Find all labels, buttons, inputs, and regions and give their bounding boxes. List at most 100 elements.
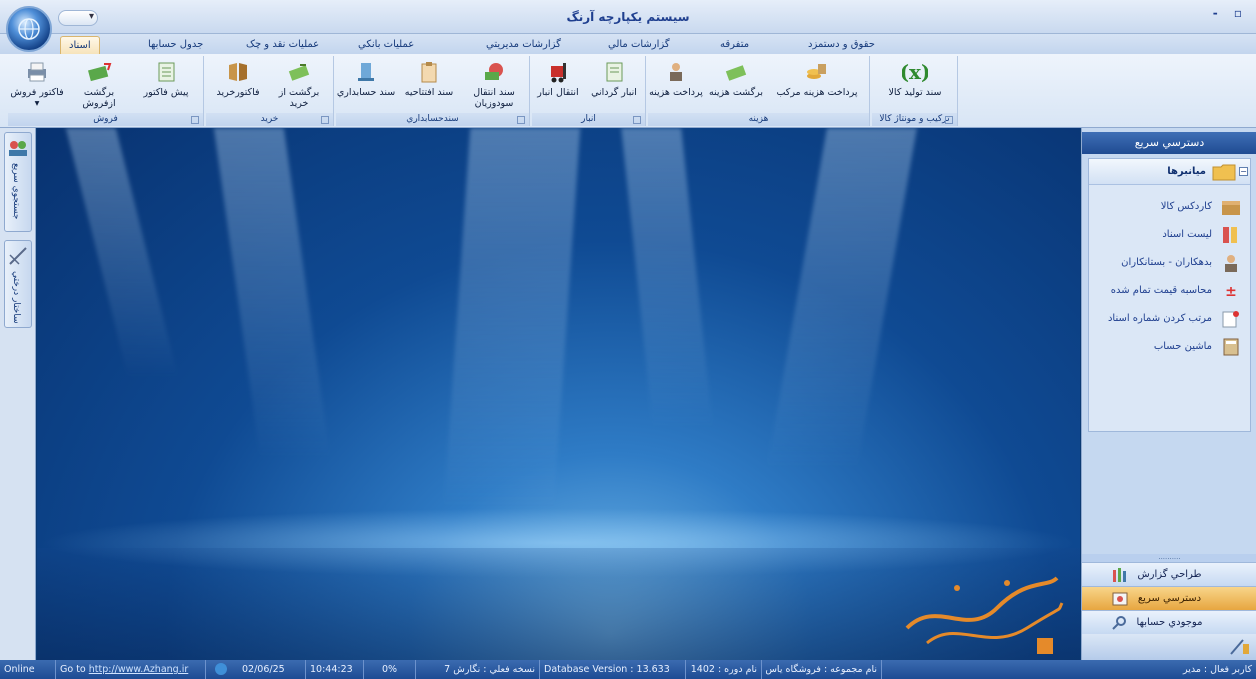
tab-management-reports[interactable]: گزارشات مديريتي — [478, 36, 569, 54]
tree-structure-tab[interactable]: ساختار درختي — [4, 240, 32, 328]
status-bar: Online Go to http://www.Azhang.ir 02/06/… — [0, 660, 1256, 679]
tab-miscellaneous[interactable]: متفرقه — [712, 36, 757, 54]
app-window: ▾ سيستم يكپارچه آرنگ - ▫ اسناد جدول حساب… — [0, 0, 1256, 679]
pencils-icon — [1113, 568, 1126, 582]
binders-icon — [1223, 227, 1237, 243]
shortcuts-group[interactable]: ميانبرها − — [1089, 159, 1250, 185]
ribbon-group-warehouse: انتقال انبار انبار گرداني انبار — [532, 56, 646, 126]
application-menu-button[interactable] — [6, 6, 52, 52]
production-voucher-button[interactable]: (x) سند توليد کالا — [878, 58, 952, 110]
globe-icon — [215, 663, 227, 675]
sales-invoice-button[interactable]: فاکتور فروش ▾ — [10, 58, 64, 110]
dialog-launcher-icon[interactable] — [945, 116, 953, 124]
shortcut-item-calculator[interactable]: ماشين حساب — [1154, 337, 1242, 357]
accounting-voucher-button[interactable]: سند حسابداري — [336, 58, 396, 110]
report-designer-label: طراحي گزارش — [1137, 569, 1202, 580]
group-label-warehouse: انبار — [532, 113, 645, 126]
date-value: 02/06/25 — [242, 664, 285, 675]
dialog-launcher-icon[interactable] — [321, 116, 329, 124]
shortcut-label: ماشين حساب — [1153, 341, 1212, 352]
magnifier-icon — [1112, 616, 1126, 630]
profit-loss-transfer-label: سند انتقال سودوزيان — [473, 87, 515, 109]
quick-access-label: دسترسي سريع — [1137, 593, 1202, 604]
ribbon-tab-row: اسناد جدول حسابها عمليات نقد و چک عمليات… — [0, 34, 1256, 54]
stock-count-label: انبار گرداني — [591, 87, 637, 98]
shortcuts-list: ميانبرها − کاردکس کالا ليست اسناد بدهکار… — [1088, 158, 1251, 432]
collapse-icon[interactable]: − — [1239, 167, 1248, 176]
online-status: Online — [0, 660, 56, 679]
ribbon: فاکتور فروش ▾ برگشت ازفروش پيش فاکتور فرو… — [0, 54, 1256, 128]
profit-loss-transfer-button[interactable]: سند انتقال سودوزيان — [462, 58, 526, 110]
tab-chart-of-accounts[interactable]: جدول حسابها — [140, 36, 211, 54]
shortcut-item-kardex[interactable]: کاردکس کالا — [1161, 197, 1242, 217]
left-dock: جستجوي سريع ساختار درختي — [0, 128, 36, 660]
light-ray — [213, 128, 331, 458]
quick-access-button[interactable]: دسترسي سريع — [1082, 586, 1256, 610]
clipboard-icon — [421, 62, 437, 83]
tab-documents[interactable]: اسناد — [60, 36, 100, 54]
money-return-icon — [88, 63, 112, 82]
goto-prefix: Go to — [60, 664, 86, 675]
account-balances-button[interactable]: موجودي حسابها — [1082, 610, 1256, 634]
quick-access-icon — [1112, 592, 1128, 606]
tree-icon — [9, 247, 27, 265]
money-return-icon — [725, 65, 747, 81]
tab-financial-reports[interactable]: گزارشات مالي — [600, 36, 678, 54]
document-pin-icon — [1222, 311, 1239, 328]
ribbon-group-accounting: سند حسابداري سند افتتاحيه سند انتقال سود… — [336, 56, 530, 126]
shortcut-item-cost-price-calc[interactable]: ± محاسبه قيمت تمام شده — [1111, 281, 1242, 301]
main-workspace — [37, 128, 1080, 660]
navigation-pane-footer — [1082, 634, 1256, 660]
shortcut-item-reorder-document-numbers[interactable]: مرتب کردن شماره اسناد — [1108, 309, 1242, 329]
shortcut-item-debtors-creditors[interactable]: بدهکاران - بستانکاران — [1121, 253, 1242, 273]
ribbon-group-assembly: (x) سند توليد کالا ترکيب و مونتاژ کالا — [872, 56, 958, 126]
stock-count-button[interactable]: انبار گرداني — [586, 58, 642, 110]
tree-structure-label: ساختار درختي — [11, 271, 21, 324]
opening-voucher-button[interactable]: سند افتتاحيه — [398, 58, 460, 110]
production-voucher-label: سند توليد کالا — [888, 87, 942, 98]
book-icon — [229, 63, 247, 81]
sales-return-button[interactable]: برگشت ازفروش — [66, 58, 132, 110]
ribbon-group-cost: پرداخت هزينه برگشت هزينه پرداخت هزينه مر… — [648, 56, 870, 126]
company-name: نام مجموعه : فروشگاه ياس — [762, 660, 882, 679]
tab-bank-operations[interactable]: عمليات بانکي — [350, 36, 422, 54]
group-label-accounting: سندحسابداري — [336, 113, 529, 126]
window-controls[interactable]: - ▫ — [1213, 6, 1248, 20]
quick-search-tab[interactable]: جستجوي سريع — [4, 132, 32, 232]
dialog-launcher-icon[interactable] — [191, 116, 199, 124]
person-money-icon — [670, 63, 682, 81]
expense-return-button[interactable]: برگشت هزينه — [706, 58, 766, 110]
website-link-panel: Go to http://www.Azhang.ir — [56, 660, 206, 679]
report-designer-button[interactable]: طراحي گزارش — [1082, 562, 1256, 586]
shortcut-label: مرتب کردن شماره اسناد — [1107, 313, 1212, 324]
shortcut-item-document-list[interactable]: ليست اسناد — [1162, 225, 1242, 245]
software-version: نسخه فعلي : نگارش 7 — [416, 660, 540, 679]
sheet-icon — [158, 62, 175, 82]
formula-icon: (x) — [902, 60, 928, 84]
accounting-voucher-label: سند حسابداري — [336, 87, 396, 98]
proforma-invoice-button[interactable]: پيش فاکتور — [136, 58, 196, 110]
title-bar: ▾ سيستم يكپارچه آرنگ - ▫ — [0, 0, 1256, 34]
purchase-invoice-button[interactable]: فاکتورخريد — [210, 58, 266, 110]
globe-icon — [18, 18, 40, 40]
configure-buttons-icon[interactable] — [1229, 638, 1251, 656]
sheet-icon — [606, 62, 623, 82]
dialog-launcher-icon[interactable] — [517, 116, 525, 124]
warehouse-transfer-button[interactable]: انتقال انبار — [532, 58, 584, 110]
website-link[interactable]: http://www.Azhang.ir — [89, 664, 189, 675]
dialog-launcher-icon[interactable] — [633, 116, 641, 124]
tab-payroll[interactable]: حقوق و دستمزد — [800, 36, 883, 54]
pay-expense-button[interactable]: پرداخت هزينه — [648, 58, 704, 110]
expense-return-label: برگشت هزينه — [708, 87, 764, 98]
purchase-return-button[interactable]: برگشت از خريد — [268, 58, 330, 110]
users-search-icon — [9, 141, 27, 156]
ribbon-group-purchase: فاکتورخريد برگشت از خريد خريد — [206, 56, 334, 126]
splitter-grip[interactable]: .......... — [1082, 554, 1256, 562]
pay-expense-label: پرداخت هزينه — [649, 87, 703, 98]
tab-cash-and-cheque[interactable]: عمليات نقد و چک — [238, 36, 327, 54]
database-version: Database Version : 13.633 — [540, 660, 686, 679]
light-ray — [621, 128, 713, 428]
light-ray — [443, 128, 581, 508]
money-return-icon — [288, 64, 310, 81]
pay-compound-expense-button[interactable]: پرداخت هزينه مرکب — [770, 58, 864, 110]
